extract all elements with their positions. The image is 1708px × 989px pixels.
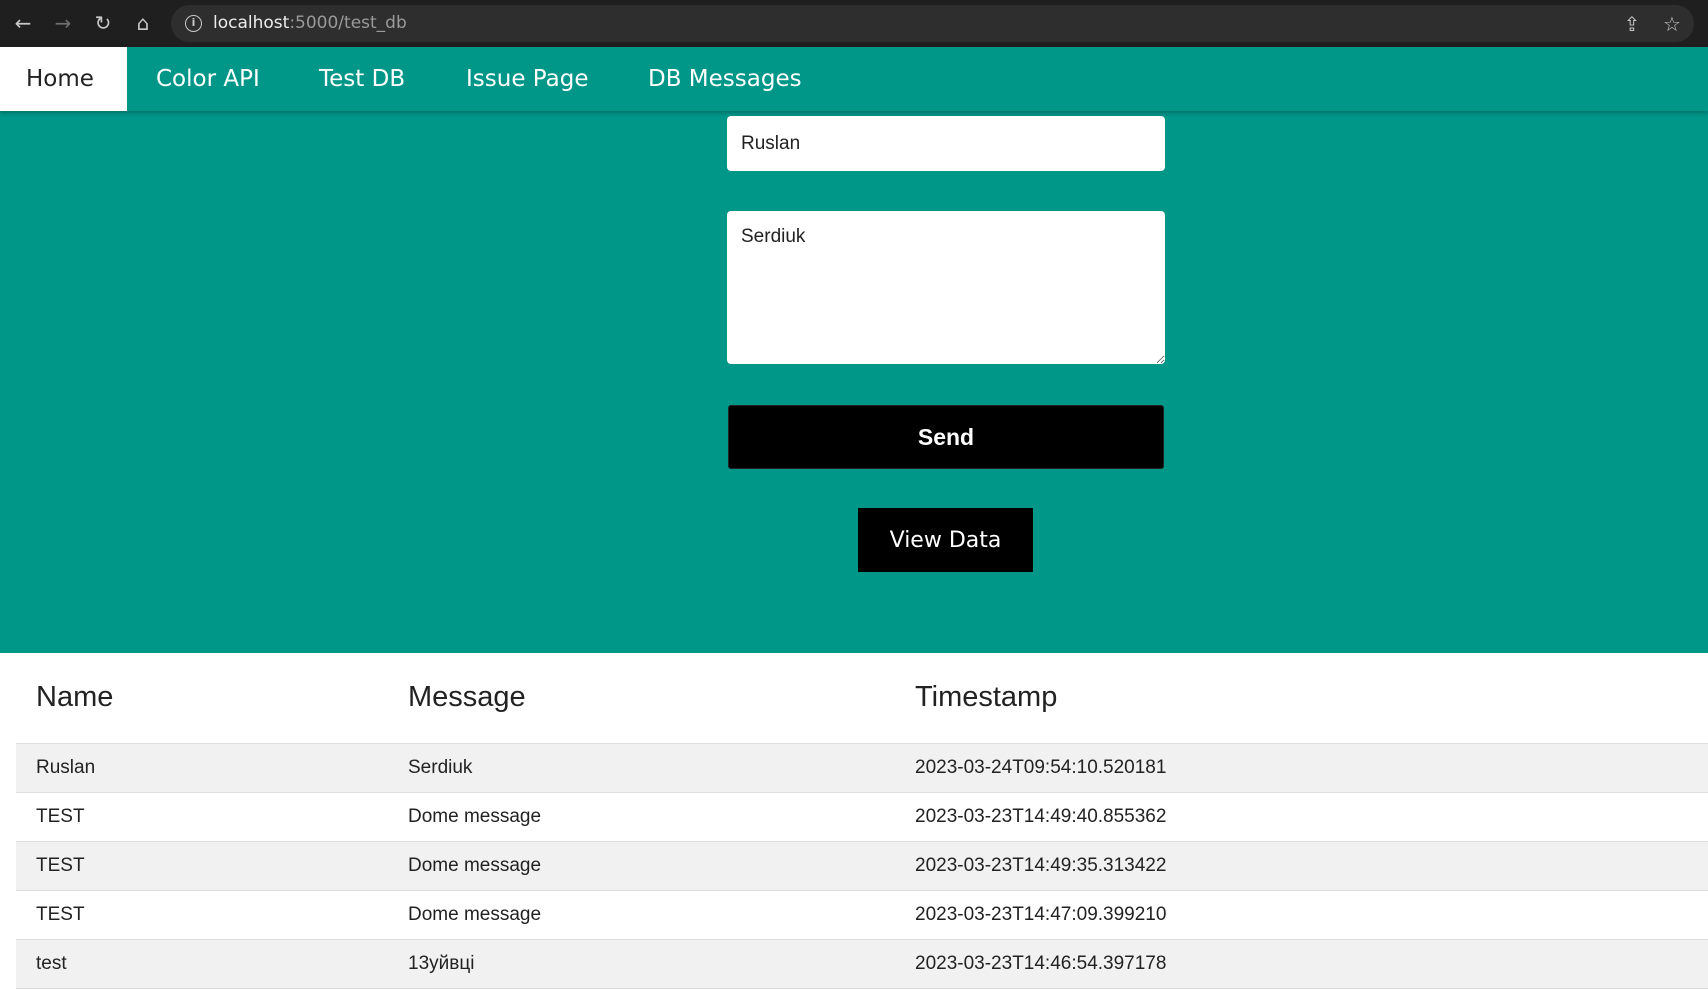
header-name: Name [16, 653, 388, 744]
browser-toolbar: ← → ↻ ⌂ i localhost:5000/test_db ⇪ ☆ [0, 0, 1708, 47]
back-arrow-icon[interactable]: ← [10, 10, 36, 36]
cell-message: Dome message [388, 841, 895, 891]
cell-timestamp: 2023-03-23T14:46:54.397178 [895, 939, 1708, 989]
table-row: test 13уйвці 2023-03-23T14:46:54.397178 [16, 939, 1708, 989]
cell-timestamp: 2023-03-23T14:47:09.399210 [895, 890, 1708, 940]
nav-test-db[interactable]: Test DB [293, 47, 431, 111]
view-data-button[interactable]: View Data [858, 508, 1033, 572]
cell-message: Serdiuk [388, 743, 895, 793]
cell-message: 13уйвці [388, 939, 895, 989]
url-host: localhost [213, 13, 290, 33]
cell-timestamp: 2023-03-23T14:49:40.855362 [895, 792, 1708, 842]
nav-color-api[interactable]: Color API [130, 47, 286, 111]
reload-icon[interactable]: ↻ [90, 10, 116, 36]
cell-name: Ruslan [16, 743, 388, 793]
message-textarea[interactable]: Serdiuk [727, 211, 1165, 364]
cell-name: TEST [16, 841, 388, 891]
nav-issue-page[interactable]: Issue Page [440, 47, 614, 111]
site-info-icon[interactable]: i [185, 15, 202, 32]
message-form: Serdiuk Send View Data [0, 111, 1708, 653]
bookmark-star-icon[interactable]: ☆ [1659, 11, 1685, 37]
cell-timestamp: 2023-03-23T14:49:35.313422 [895, 841, 1708, 891]
table-row: TEST Dome message 2023-03-23T14:47:09.39… [16, 890, 1708, 940]
cell-timestamp: 2023-03-24T09:54:10.520181 [895, 743, 1708, 793]
share-icon[interactable]: ⇪ [1619, 11, 1645, 37]
header-message: Message [388, 653, 895, 744]
home-icon[interactable]: ⌂ [130, 10, 156, 36]
table-header-row: Name Message Timestamp [16, 653, 1708, 744]
name-input[interactable] [727, 116, 1165, 171]
url-path: :5000/test_db [289, 13, 407, 33]
cell-message: Dome message [388, 792, 895, 842]
forward-arrow-icon[interactable]: → [50, 10, 76, 36]
url-text[interactable]: localhost:5000/test_db [213, 5, 407, 42]
nav-home[interactable]: Home [0, 47, 127, 111]
cell-name: TEST [16, 890, 388, 940]
table-row: Ruslan Serdiuk 2023-03-24T09:54:10.52018… [16, 743, 1708, 793]
send-button[interactable]: Send [728, 405, 1164, 469]
nav-db-messages[interactable]: DB Messages [622, 47, 828, 111]
table-row: TEST Dome message 2023-03-23T14:49:40.85… [16, 792, 1708, 842]
table-row: TEST Dome message 2023-03-23T14:49:35.31… [16, 841, 1708, 891]
cell-message: Dome message [388, 890, 895, 940]
messages-table: Name Message Timestamp Ruslan Serdiuk 20… [16, 653, 1708, 989]
address-bar[interactable]: i localhost:5000/test_db ⇪ ☆ [171, 5, 1694, 42]
header-timestamp: Timestamp [895, 653, 1708, 744]
cell-name: TEST [16, 792, 388, 842]
cell-name: test [16, 939, 388, 989]
top-navigation: Home Color API Test DB Issue Page DB Mes… [0, 47, 1708, 111]
